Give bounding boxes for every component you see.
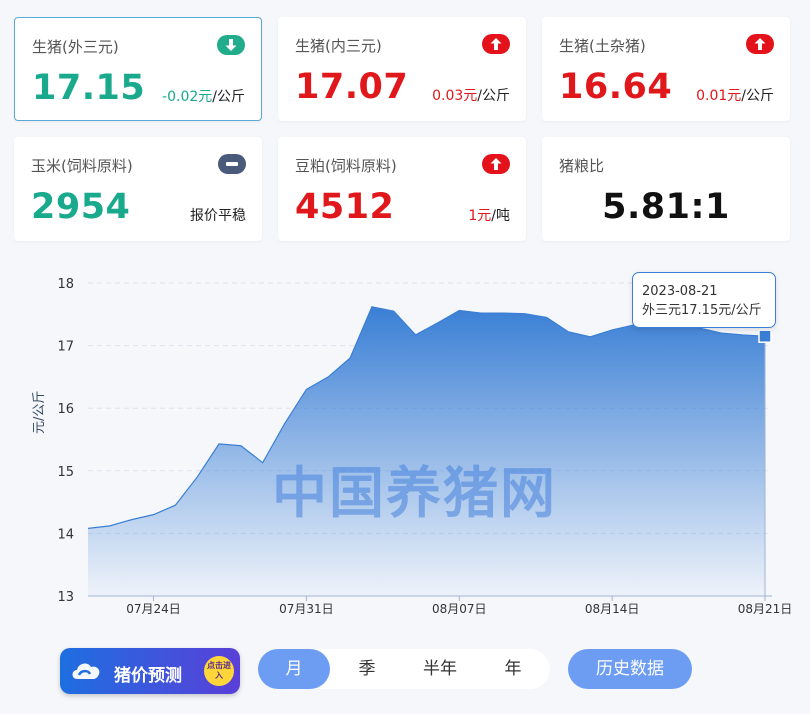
card-title: 生猪(外三元) bbox=[32, 38, 119, 56]
card-title: 猪粮比 bbox=[559, 157, 605, 175]
price-forecast-button[interactable]: 猪价预测 点击进入 bbox=[60, 648, 240, 694]
enter-badge: 点击进入 bbox=[204, 656, 234, 686]
card-value: 5.81:1 bbox=[602, 187, 730, 227]
arrow-up-icon bbox=[746, 34, 774, 54]
price-card-pig-grain-ratio[interactable]: 猪粮比 5.81:1 bbox=[542, 137, 790, 241]
y-tick-label: 14 bbox=[57, 527, 74, 542]
card-change: 0.01元/公斤 bbox=[696, 88, 774, 104]
price-card-soymeal[interactable]: 豆粕(饲料原料) 4512 1元/吨 bbox=[278, 137, 526, 241]
arrow-down-icon bbox=[217, 35, 245, 55]
x-tick-label: 08月07日 bbox=[432, 602, 487, 616]
x-tick-label: 07月31日 bbox=[279, 602, 334, 616]
watermark: 中国养猪网 bbox=[272, 461, 558, 525]
period-halfyear[interactable]: 半年 bbox=[404, 649, 476, 689]
x-tick-label: 08月21日 bbox=[738, 602, 793, 616]
price-card-corn[interactable]: 玉米(饲料原料) 2954 报价平稳 bbox=[14, 137, 262, 241]
flat-minus-icon bbox=[218, 154, 246, 174]
history-data-button[interactable]: 历史数据 bbox=[568, 649, 692, 689]
arrow-up-icon bbox=[482, 154, 510, 174]
price-chart[interactable]: 13 14 15 16 17 18 07月24日 07月31日 08月07日 08月14日 08月2… bbox=[0, 262, 810, 622]
period-quarter[interactable]: 季 bbox=[331, 649, 403, 689]
y-tick-label: 16 bbox=[57, 402, 74, 417]
card-title: 玉米(饲料原料) bbox=[31, 157, 133, 175]
x-tick-label: 07月24日 bbox=[126, 602, 181, 616]
period-month[interactable]: 月 bbox=[258, 649, 330, 689]
card-title: 豆粕(饲料原料) bbox=[295, 157, 397, 175]
y-axis-label: 元/公斤 bbox=[32, 390, 47, 434]
card-value: 16.64 bbox=[559, 67, 673, 107]
y-tick-label: 18 bbox=[57, 277, 74, 292]
card-value: 17.07 bbox=[295, 67, 409, 107]
card-value: 2954 bbox=[31, 187, 131, 227]
period-year[interactable]: 年 bbox=[477, 649, 549, 689]
y-tick-label: 13 bbox=[57, 590, 74, 605]
card-title: 生猪(内三元) bbox=[295, 37, 382, 55]
card-change: 1元/吨 bbox=[468, 208, 510, 224]
x-tick-label: 08月14日 bbox=[585, 602, 640, 616]
chart-tooltip: 2023-08-21 外三元17.15元/公斤 bbox=[632, 272, 776, 328]
card-value: 17.15 bbox=[32, 68, 146, 108]
card-change: -0.02元/公斤 bbox=[162, 89, 245, 105]
highlighted-point bbox=[758, 329, 772, 343]
card-title: 生猪(土杂猪) bbox=[559, 37, 646, 55]
forecast-label: 猪价预测 bbox=[114, 666, 182, 686]
cloud-icon bbox=[72, 663, 100, 679]
y-tick-label: 17 bbox=[57, 340, 74, 355]
tooltip-date: 2023-08-21 bbox=[642, 284, 718, 299]
y-tick-label: 15 bbox=[57, 465, 74, 480]
tooltip-text: 外三元17.15元/公斤 bbox=[642, 303, 762, 318]
price-card-neisanyuan[interactable]: 生猪(内三元) 17.07 0.03元/公斤 bbox=[278, 17, 526, 121]
period-selector: 月 季 半年 年 bbox=[258, 649, 550, 689]
card-change: 0.03元/公斤 bbox=[432, 88, 510, 104]
card-change: 报价平稳 bbox=[190, 208, 246, 224]
arrow-up-icon bbox=[482, 34, 510, 54]
card-value: 4512 bbox=[295, 187, 395, 227]
price-card-waisanyuan[interactable]: 生猪(外三元) 17.15 -0.02元/公斤 bbox=[14, 17, 262, 121]
price-card-tuzazhu[interactable]: 生猪(土杂猪) 16.64 0.01元/公斤 bbox=[542, 17, 790, 121]
